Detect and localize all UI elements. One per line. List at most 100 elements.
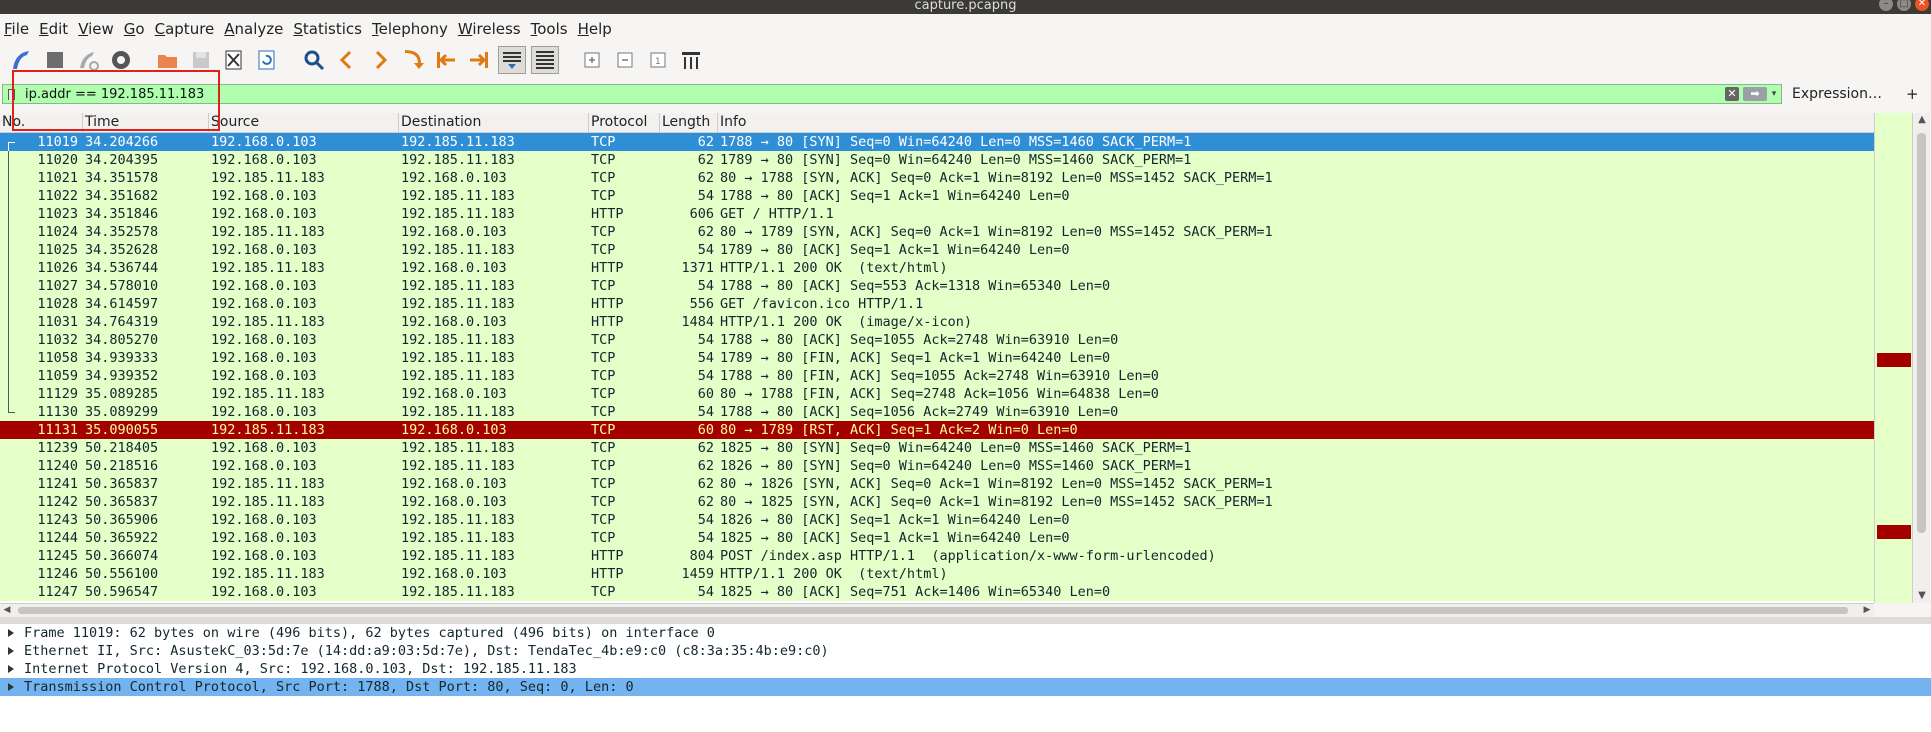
colorize-icon[interactable] (531, 46, 559, 74)
packet-row[interactable]: 11023 34.351846 192.168.0.103 192.185.11.18… (0, 205, 1874, 223)
menu-edit[interactable]: Edit (35, 20, 72, 38)
find-packet-icon[interactable] (300, 46, 328, 74)
packet-row[interactable]: 11032 34.805270 192.168.0.103 192.185.11.18… (0, 331, 1874, 349)
add-filter-button[interactable]: + (1906, 85, 1919, 103)
restart-capture-icon[interactable] (74, 46, 102, 74)
column-header-protocol[interactable]: Protocol (589, 113, 660, 132)
packet-length: 62 (697, 152, 714, 168)
detail-tree-item[interactable]: Ethernet II, Src: AsustekC_03:5d:7e (14:… (0, 642, 1931, 660)
expression-button[interactable]: Expression… (1792, 86, 1882, 102)
vertical-scroll-thumb[interactable] (1917, 133, 1926, 533)
stop-capture-icon[interactable] (41, 46, 69, 74)
menu-view[interactable]: View (74, 20, 118, 38)
menu-analyze[interactable]: Analyze (220, 20, 287, 38)
packet-row[interactable]: 11131 35.090055 192.185.11.183 192.168.0.10… (0, 421, 1874, 439)
menu-file[interactable]: File (0, 20, 33, 38)
packet-row[interactable]: 11020 34.204395 192.168.0.103 192.185.11.18… (0, 151, 1874, 169)
packet-row[interactable]: 11024 34.352578 192.185.11.183 192.168.0.10… (0, 223, 1874, 241)
packet-row[interactable]: 11027 34.578010 192.168.0.103 192.185.11.18… (0, 277, 1874, 295)
pane-splitter[interactable] (0, 617, 1931, 624)
zoom-out-icon[interactable] (611, 46, 639, 74)
menu-tools[interactable]: Tools (527, 20, 572, 38)
packet-row[interactable]: 11245 50.366074 192.168.0.103 192.185.11.18… (0, 547, 1874, 565)
packet-row[interactable]: 11239 50.218405 192.168.0.103 192.185.11.18… (0, 439, 1874, 457)
packet-row[interactable]: 11129 35.089285 192.185.11.183 192.168.0.10… (0, 385, 1874, 403)
packet-row[interactable]: 11244 50.365922 192.168.0.103 192.185.11.18… (0, 529, 1874, 547)
packet-list-horizontal-scrollbar[interactable]: ◀ ▶ (0, 603, 1874, 617)
capture-options-icon[interactable] (107, 46, 135, 74)
start-capture-icon[interactable] (8, 46, 36, 74)
packet-row[interactable]: 11031 34.764319 192.185.11.183 192.168.0.10… (0, 313, 1874, 331)
close-file-icon[interactable] (220, 46, 248, 74)
detail-tree-item[interactable]: Transmission Control Protocol, Src Port:… (0, 678, 1931, 696)
go-last-icon[interactable] (465, 46, 493, 74)
menu-capture[interactable]: Capture (151, 20, 219, 38)
packet-row[interactable]: 11019 34.204266 192.168.0.103 192.185.11.18… (0, 133, 1874, 152)
resize-columns-icon[interactable] (677, 46, 705, 74)
packet-row[interactable]: 11025 34.352628 192.168.0.103 192.185.11.18… (0, 241, 1874, 259)
scroll-up-icon[interactable]: ▲ (1915, 113, 1929, 127)
horizontal-scroll-thumb[interactable] (18, 607, 1848, 614)
packet-number: 11032 (37, 332, 78, 348)
go-forward-icon[interactable] (366, 46, 394, 74)
packet-row[interactable]: 11247 50.596547 192.168.0.103 192.185.11.18… (0, 583, 1874, 601)
close-window-icon[interactable]: ✕ (1915, 0, 1929, 11)
packet-row[interactable]: 11026 34.536744 192.185.11.183 192.168.0.10… (0, 259, 1874, 277)
filter-history-dropdown-icon[interactable]: ▾ (1769, 87, 1779, 101)
apply-filter-icon[interactable]: ➡ (1743, 87, 1767, 101)
scroll-left-icon[interactable]: ◀ (0, 604, 14, 617)
packet-list-vertical-scrollbar[interactable]: ▲ ▼ (1912, 113, 1930, 603)
clear-filter-icon[interactable]: ✕ (1725, 87, 1739, 101)
detail-tree-item[interactable]: Frame 11019: 62 bytes on wire (496 bits)… (0, 624, 1931, 642)
column-header-info[interactable]: Info (718, 113, 1874, 132)
packet-row[interactable]: 11130 35.089299 192.168.0.103 192.185.11.18… (0, 403, 1874, 421)
menu-wireless[interactable]: Wireless (454, 20, 525, 38)
menu-go[interactable]: Go (120, 20, 149, 38)
packet-row[interactable]: 11240 50.218516 192.168.0.103 192.185.11.18… (0, 457, 1874, 475)
menu-telephony[interactable]: Telephony (368, 20, 452, 38)
packet-destination: 192.168.0.103 (401, 314, 507, 330)
autoscroll-icon[interactable] (498, 46, 526, 74)
packet-row[interactable]: 11241 50.365837 192.185.11.183 192.168.0.10… (0, 475, 1874, 493)
expand-arrow-icon[interactable] (8, 683, 14, 691)
packet-minimap[interactable] (1874, 113, 1913, 603)
packet-row[interactable]: 11059 34.939352 192.168.0.103 192.185.11.18… (0, 367, 1874, 385)
column-header-length[interactable]: Length (660, 113, 718, 132)
menu-statistics[interactable]: Statistics (289, 20, 366, 38)
go-back-icon[interactable] (333, 46, 361, 74)
column-header-destination[interactable]: Destination (399, 113, 589, 132)
menu-help[interactable]: Help (574, 20, 616, 38)
expand-arrow-icon[interactable] (8, 665, 14, 673)
zoom-in-icon[interactable] (578, 46, 606, 74)
scroll-down-icon[interactable]: ▼ (1915, 589, 1929, 603)
column-header-source[interactable]: Source (209, 113, 399, 132)
go-first-icon[interactable] (432, 46, 460, 74)
maximize-icon[interactable]: □ (1897, 0, 1911, 11)
packet-row[interactable]: 11058 34.939333 192.168.0.103 192.185.11.18… (0, 349, 1874, 367)
packet-row[interactable]: 11021 34.351578 192.185.11.183 192.168.0.10… (0, 169, 1874, 187)
filter-bookmark-icon[interactable] (8, 89, 15, 100)
packet-row[interactable]: 11022 34.351682 192.168.0.103 192.185.11.18… (0, 187, 1874, 205)
display-filter-input[interactable]: ip.addr == 192.185.11.183 ✕ ➡ ▾ (2, 84, 1782, 104)
scroll-right-icon[interactable]: ▶ (1860, 604, 1874, 617)
column-header-time[interactable]: Time (83, 113, 209, 132)
packet-number: 11242 (37, 494, 78, 510)
save-file-icon[interactable] (187, 46, 215, 74)
detail-tree-item[interactable]: Internet Protocol Version 4, Src: 192.16… (0, 660, 1931, 678)
display-filter-value[interactable]: ip.addr == 192.185.11.183 (25, 87, 204, 102)
packet-row[interactable]: 11246 50.556100 192.185.11.183 192.168.0.10… (0, 565, 1874, 583)
expand-arrow-icon[interactable] (8, 629, 14, 637)
packet-destination: 192.185.11.183 (401, 584, 515, 600)
minimize-icon[interactable]: – (1879, 0, 1893, 11)
packet-source: 192.168.0.103 (211, 296, 317, 312)
reload-file-icon[interactable] (253, 46, 281, 74)
packet-row[interactable]: 11028 34.614597 192.168.0.103 192.185.11.18… (0, 295, 1874, 313)
column-header-no[interactable]: No. (0, 113, 83, 132)
packet-protocol: TCP (591, 152, 616, 168)
packet-row[interactable]: 11243 50.365906 192.168.0.103 192.185.11.18… (0, 511, 1874, 529)
open-file-icon[interactable] (154, 46, 182, 74)
expand-arrow-icon[interactable] (8, 647, 14, 655)
go-to-packet-icon[interactable] (399, 46, 427, 74)
packet-row[interactable]: 11242 50.365837 192.185.11.183 192.168.0.10… (0, 493, 1874, 511)
normal-size-icon[interactable]: 1 (644, 46, 672, 74)
